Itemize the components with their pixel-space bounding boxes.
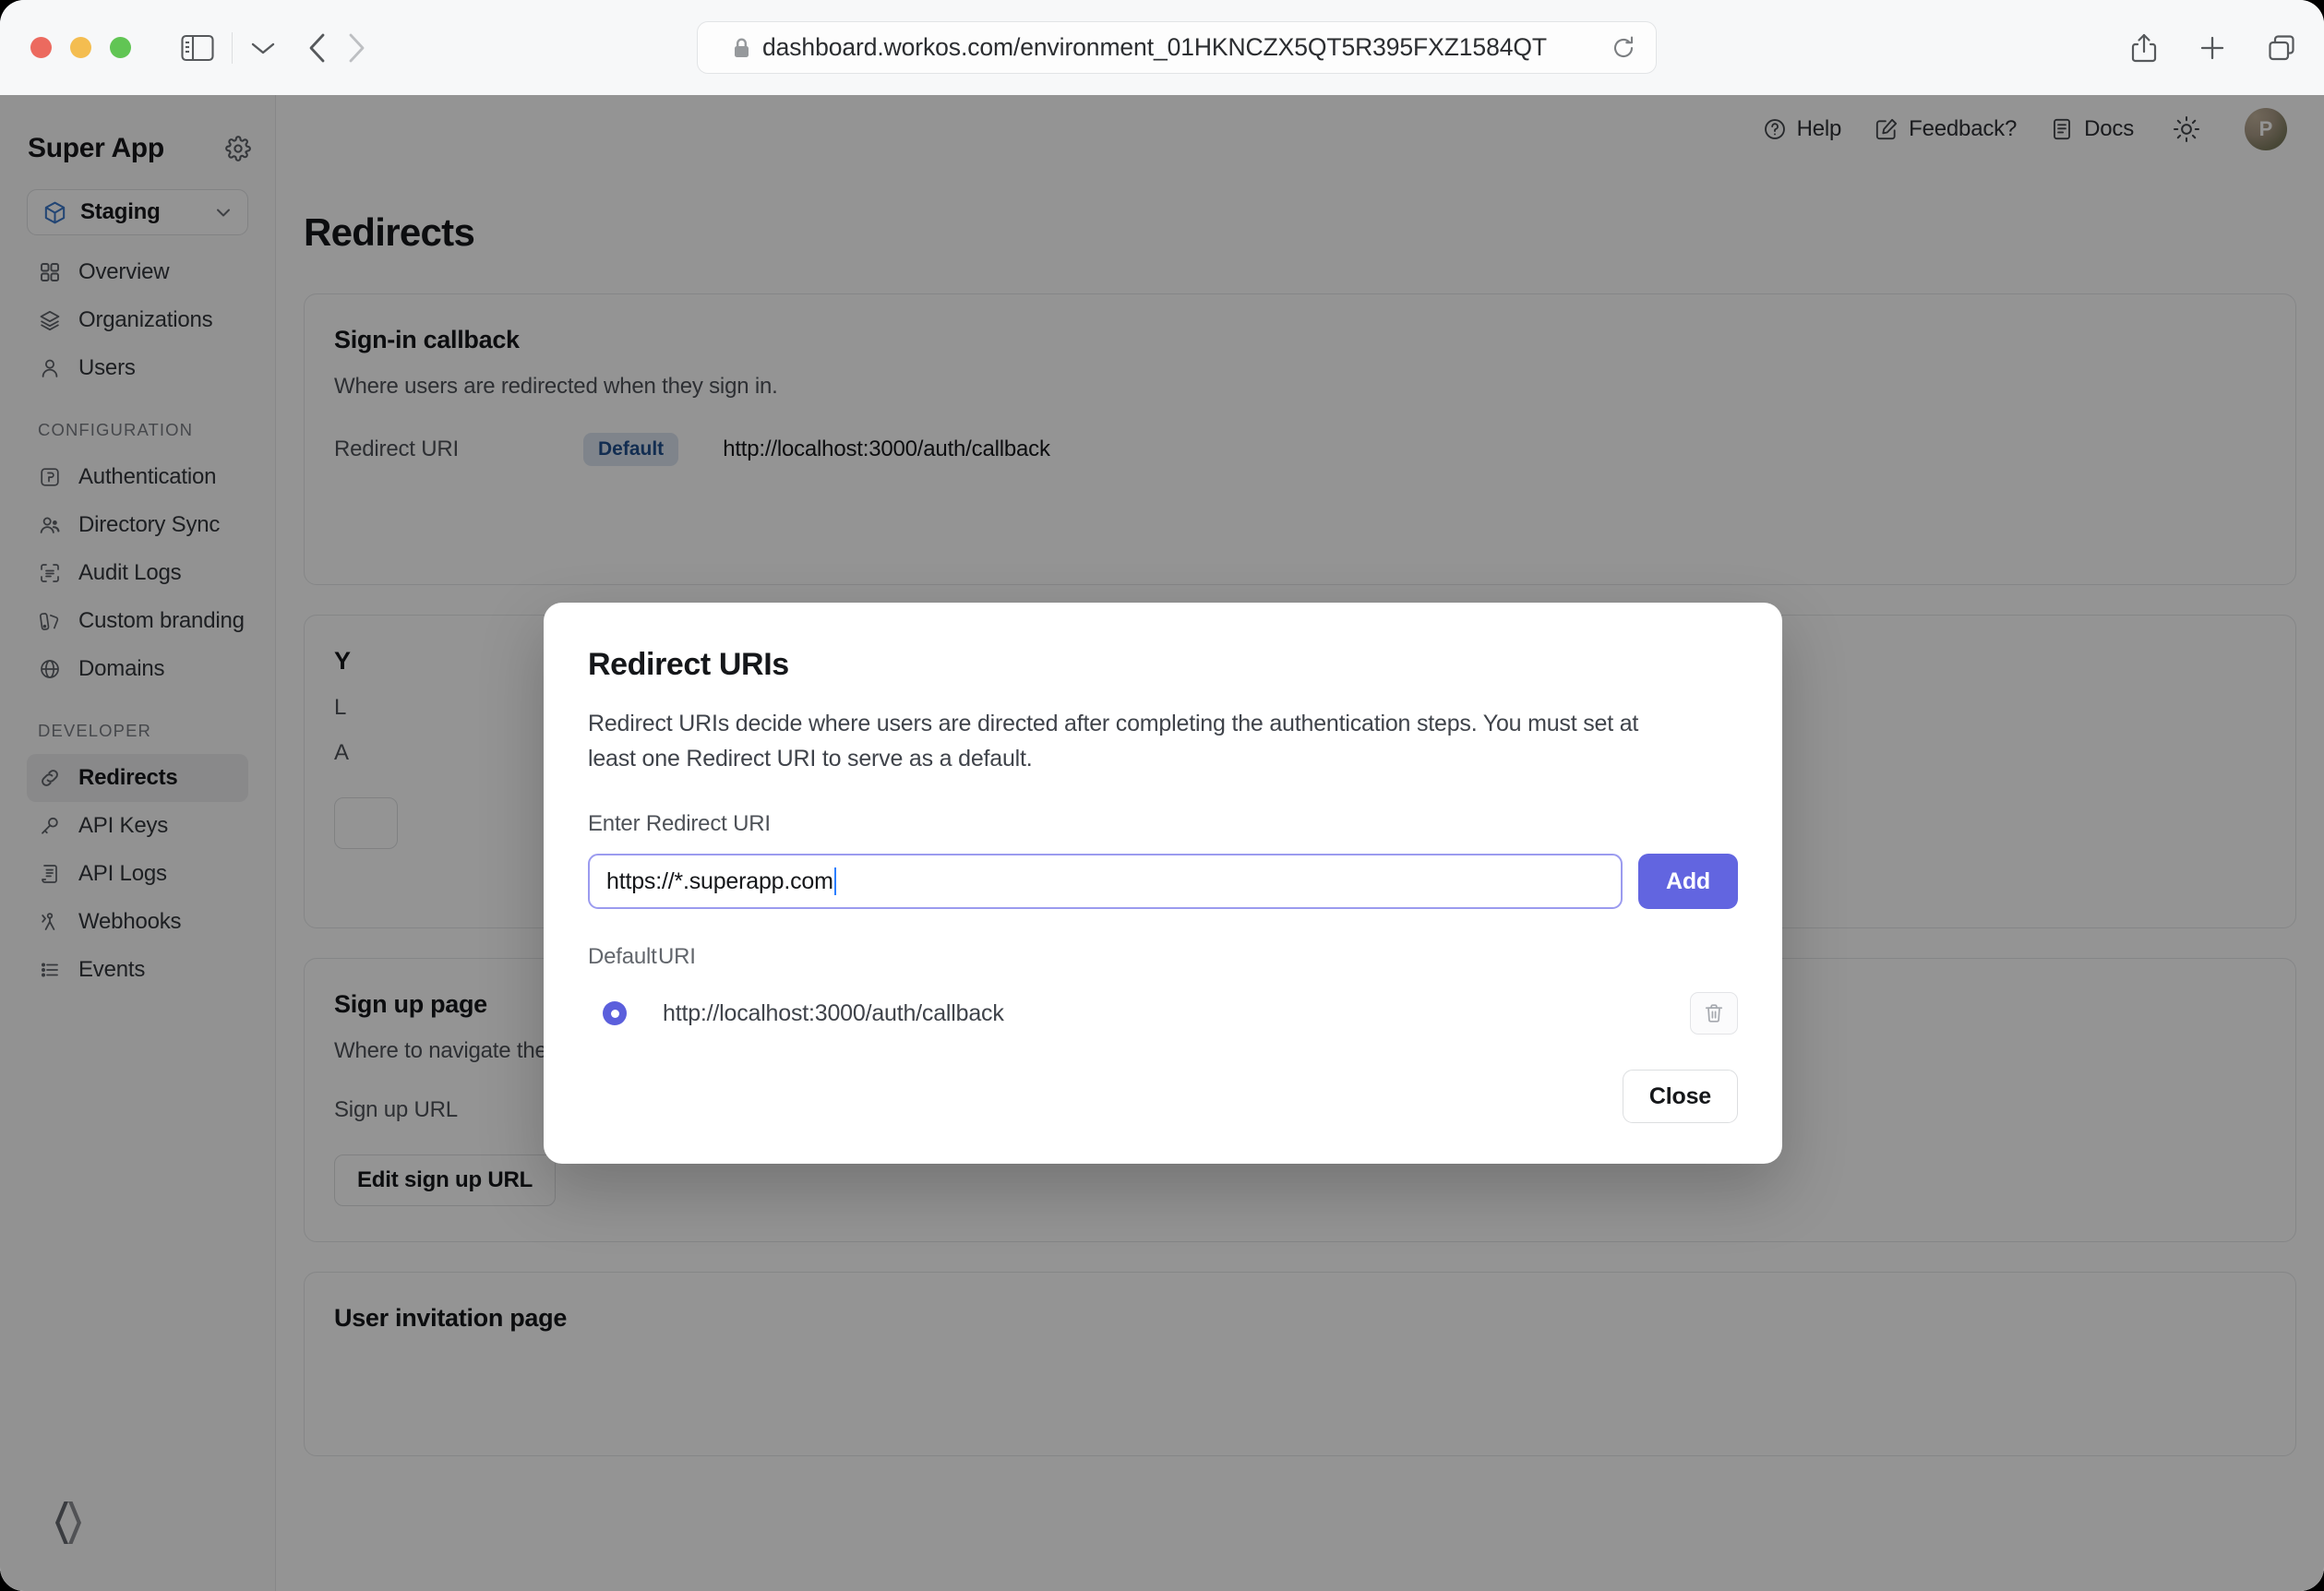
browser-toolbar: dashboard.workos.com/environment_01HKNCZ… [0, 0, 2324, 95]
close-modal-button[interactable]: Close [1623, 1070, 1738, 1123]
default-radio-selected[interactable] [603, 1001, 627, 1025]
plus-icon[interactable] [2198, 34, 2226, 62]
redirect-uri-field-label: Enter Redirect URI [588, 811, 1738, 837]
modal-description: Redirect URIs decide where users are dir… [588, 706, 1691, 776]
window-traffic-lights [30, 37, 131, 58]
share-icon[interactable] [2130, 32, 2158, 64]
url-bar[interactable]: dashboard.workos.com/environment_01HKNCZ… [697, 21, 1657, 74]
back-arrow-icon[interactable] [307, 32, 328, 64]
add-uri-button[interactable]: Add [1638, 854, 1738, 909]
toolbar-right-actions [2130, 21, 2296, 74]
column-header-uri: URI [658, 944, 696, 970]
lock-icon [733, 37, 750, 59]
modal-title: Redirect URIs [588, 647, 1738, 683]
column-header-default: Default [588, 944, 658, 970]
chevron-down-icon[interactable] [249, 40, 277, 56]
delete-uri-button[interactable] [1690, 992, 1738, 1035]
redirect-uri-input-row: https://*.superapp.com Add [588, 854, 1738, 909]
modal-footer: Close [588, 1070, 1738, 1123]
url-text: dashboard.workos.com/environment_01HKNCZ… [762, 33, 1611, 62]
table-row: http://localhost:3000/auth/callback [588, 992, 1738, 1035]
page-viewport: Super App Staging [0, 95, 2324, 1591]
reload-icon[interactable] [1611, 35, 1635, 61]
uri-table-header: Default URI [588, 944, 1738, 970]
trash-icon [1703, 1002, 1725, 1024]
uri-table: Default URI http://localhost:3000/auth/c… [588, 944, 1738, 1035]
browser-window: dashboard.workos.com/environment_01HKNCZ… [0, 0, 2324, 1591]
maximize-window-button[interactable] [110, 37, 131, 58]
default-radio-cell[interactable] [588, 1001, 658, 1025]
minimize-window-button[interactable] [70, 37, 91, 58]
text-caret [834, 867, 837, 895]
forward-arrow-icon[interactable] [346, 32, 366, 64]
redirect-uri-input-value: https://*.superapp.com [606, 868, 833, 895]
toolbar-divider [232, 32, 233, 64]
redirect-uri-input[interactable]: https://*.superapp.com [588, 854, 1623, 909]
uri-value: http://localhost:3000/auth/callback [663, 1000, 1690, 1027]
redirect-uris-modal: Redirect URIs Redirect URIs decide where… [544, 603, 1782, 1164]
close-window-button[interactable] [30, 37, 52, 58]
tab-overview-icon[interactable] [2267, 33, 2296, 63]
sidebar-toggle-icon[interactable] [181, 34, 214, 62]
